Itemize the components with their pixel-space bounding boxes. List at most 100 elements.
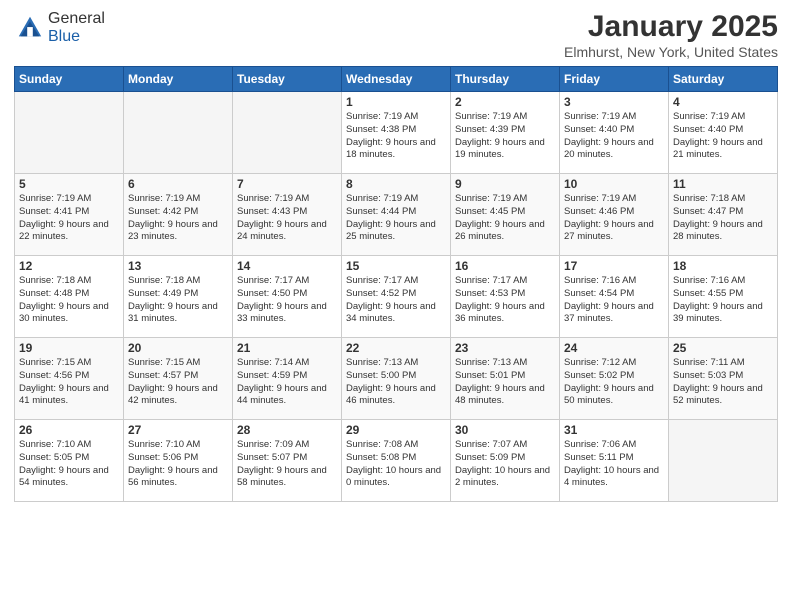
day-info: Sunrise: 7:19 AMSunset: 4:44 PMDaylight:… bbox=[346, 193, 446, 244]
day-info: Sunrise: 7:16 AMSunset: 4:55 PMDaylight:… bbox=[673, 275, 773, 326]
week-row-0: 1Sunrise: 7:19 AMSunset: 4:38 PMDaylight… bbox=[15, 92, 778, 174]
week-row-2: 12 Sunrise: 7:18 AMSunset: 4:48 PMDayligh… bbox=[15, 256, 778, 338]
day-number: 8 bbox=[346, 177, 446, 191]
day-cell: 2Sunrise: 7:19 AMSunset: 4:39 PMDaylight… bbox=[451, 92, 560, 174]
day-cell: 14 Sunrise: 7:17 AMSunset: 4:50 PMDayligh… bbox=[233, 256, 342, 338]
day-cell: 30 Sunrise: 7:07 AMSunset: 5:09 PMDayligh… bbox=[451, 420, 560, 502]
day-info: Sunrise: 7:06 AMSunset: 5:11 PMDaylight:… bbox=[564, 439, 664, 490]
day-cell: 13 Sunrise: 7:18 AMSunset: 4:49 PMDayligh… bbox=[124, 256, 233, 338]
day-info: Sunrise: 7:19 AMSunset: 4:41 PMDaylight:… bbox=[19, 193, 119, 244]
day-number: 14 bbox=[237, 259, 337, 273]
day-info: Sunrise: 7:14 AMSunset: 4:59 PMDaylight:… bbox=[237, 357, 337, 408]
day-info: Sunrise: 7:09 AMSunset: 5:07 PMDaylight:… bbox=[237, 439, 337, 490]
day-number: 24 bbox=[564, 341, 664, 355]
day-cell: 28 Sunrise: 7:09 AMSunset: 5:07 PMDayligh… bbox=[233, 420, 342, 502]
location-title: Elmhurst, New York, United States bbox=[564, 44, 778, 60]
day-number: 29 bbox=[346, 423, 446, 437]
day-header-thursday: Thursday bbox=[451, 67, 560, 92]
month-title: January 2025 bbox=[564, 10, 778, 44]
day-number: 11 bbox=[673, 177, 773, 191]
day-number: 7 bbox=[237, 177, 337, 191]
day-cell bbox=[233, 92, 342, 174]
day-cell bbox=[15, 92, 124, 174]
day-info: Sunrise: 7:18 AMSunset: 4:47 PMDaylight:… bbox=[673, 193, 773, 244]
day-info: Sunrise: 7:16 AMSunset: 4:54 PMDaylight:… bbox=[564, 275, 664, 326]
day-info: Sunrise: 7:15 AMSunset: 4:57 PMDaylight:… bbox=[128, 357, 228, 408]
day-cell bbox=[669, 420, 778, 502]
day-number: 18 bbox=[673, 259, 773, 273]
day-cell: 4Sunrise: 7:19 AMSunset: 4:40 PMDaylight… bbox=[669, 92, 778, 174]
day-cell: 10 Sunrise: 7:19 AMSunset: 4:46 PMDayligh… bbox=[560, 174, 669, 256]
page: General Blue January 2025 Elmhurst, New … bbox=[0, 0, 792, 612]
day-cell: 23 Sunrise: 7:13 AMSunset: 5:01 PMDayligh… bbox=[451, 338, 560, 420]
day-info: Sunrise: 7:19 AMSunset: 4:40 PMDaylight:… bbox=[564, 111, 664, 162]
day-number: 19 bbox=[19, 341, 119, 355]
day-cell: 17 Sunrise: 7:16 AMSunset: 4:54 PMDayligh… bbox=[560, 256, 669, 338]
day-info: Sunrise: 7:12 AMSunset: 5:02 PMDaylight:… bbox=[564, 357, 664, 408]
day-number: 6 bbox=[128, 177, 228, 191]
day-info: Sunrise: 7:19 AMSunset: 4:45 PMDaylight:… bbox=[455, 193, 555, 244]
logo-area: General Blue bbox=[14, 10, 105, 46]
day-number: 30 bbox=[455, 423, 555, 437]
day-header-tuesday: Tuesday bbox=[233, 67, 342, 92]
day-info: Sunrise: 7:19 AMSunset: 4:46 PMDaylight:… bbox=[564, 193, 664, 244]
day-info: Sunrise: 7:19 AMSunset: 4:42 PMDaylight:… bbox=[128, 193, 228, 244]
day-cell: 12 Sunrise: 7:18 AMSunset: 4:48 PMDayligh… bbox=[15, 256, 124, 338]
day-number: 26 bbox=[19, 423, 119, 437]
day-header-monday: Monday bbox=[124, 67, 233, 92]
day-cell: 27Sunrise: 7:10 AMSunset: 5:06 PMDayligh… bbox=[124, 420, 233, 502]
day-cell: 26 Sunrise: 7:10 AMSunset: 5:05 PMDayligh… bbox=[15, 420, 124, 502]
day-cell: 24 Sunrise: 7:12 AMSunset: 5:02 PMDayligh… bbox=[560, 338, 669, 420]
day-number: 28 bbox=[237, 423, 337, 437]
day-header-sunday: Sunday bbox=[15, 67, 124, 92]
day-number: 16 bbox=[455, 259, 555, 273]
week-row-3: 19 Sunrise: 7:15 AMSunset: 4:56 PMDayligh… bbox=[15, 338, 778, 420]
day-cell: 20Sunrise: 7:15 AMSunset: 4:57 PMDayligh… bbox=[124, 338, 233, 420]
day-cell: 22 Sunrise: 7:13 AMSunset: 5:00 PMDayligh… bbox=[342, 338, 451, 420]
day-cell: 1Sunrise: 7:19 AMSunset: 4:38 PMDaylight… bbox=[342, 92, 451, 174]
day-cell: 15Sunrise: 7:17 AMSunset: 4:52 PMDayligh… bbox=[342, 256, 451, 338]
week-row-1: 5Sunrise: 7:19 AMSunset: 4:41 PMDaylight… bbox=[15, 174, 778, 256]
header: General Blue January 2025 Elmhurst, New … bbox=[14, 10, 778, 60]
day-number: 31 bbox=[564, 423, 664, 437]
day-info: Sunrise: 7:18 AMSunset: 4:48 PMDaylight:… bbox=[19, 275, 119, 326]
day-cell: 6 Sunrise: 7:19 AMSunset: 4:42 PMDaylight… bbox=[124, 174, 233, 256]
title-area: January 2025 Elmhurst, New York, United … bbox=[564, 10, 778, 60]
logo-text: General Blue bbox=[48, 10, 105, 46]
logo-blue: Blue bbox=[48, 28, 80, 45]
day-info: Sunrise: 7:15 AMSunset: 4:56 PMDaylight:… bbox=[19, 357, 119, 408]
day-number: 21 bbox=[237, 341, 337, 355]
day-info: Sunrise: 7:11 AMSunset: 5:03 PMDaylight:… bbox=[673, 357, 773, 408]
day-cell: 8 Sunrise: 7:19 AMSunset: 4:44 PMDaylight… bbox=[342, 174, 451, 256]
day-number: 13 bbox=[128, 259, 228, 273]
day-number: 23 bbox=[455, 341, 555, 355]
day-info: Sunrise: 7:07 AMSunset: 5:09 PMDaylight:… bbox=[455, 439, 555, 490]
day-cell: 19 Sunrise: 7:15 AMSunset: 4:56 PMDayligh… bbox=[15, 338, 124, 420]
day-cell: 29 Sunrise: 7:08 AMSunset: 5:08 PMDayligh… bbox=[342, 420, 451, 502]
calendar-table: SundayMondayTuesdayWednesdayThursdayFrid… bbox=[14, 66, 778, 502]
week-row-4: 26 Sunrise: 7:10 AMSunset: 5:05 PMDayligh… bbox=[15, 420, 778, 502]
day-number: 12 bbox=[19, 259, 119, 273]
day-info: Sunrise: 7:19 AMSunset: 4:40 PMDaylight:… bbox=[673, 111, 773, 162]
day-number: 22 bbox=[346, 341, 446, 355]
day-cell: 11 Sunrise: 7:18 AMSunset: 4:47 PMDayligh… bbox=[669, 174, 778, 256]
day-info: Sunrise: 7:13 AMSunset: 5:01 PMDaylight:… bbox=[455, 357, 555, 408]
day-info: Sunrise: 7:10 AMSunset: 5:05 PMDaylight:… bbox=[19, 439, 119, 490]
day-cell: 18 Sunrise: 7:16 AMSunset: 4:55 PMDayligh… bbox=[669, 256, 778, 338]
day-cell: 31 Sunrise: 7:06 AMSunset: 5:11 PMDayligh… bbox=[560, 420, 669, 502]
day-info: Sunrise: 7:17 AMSunset: 4:50 PMDaylight:… bbox=[237, 275, 337, 326]
day-cell bbox=[124, 92, 233, 174]
day-cell: 16 Sunrise: 7:17 AMSunset: 4:53 PMDayligh… bbox=[451, 256, 560, 338]
day-info: Sunrise: 7:08 AMSunset: 5:08 PMDaylight:… bbox=[346, 439, 446, 490]
day-info: Sunrise: 7:18 AMSunset: 4:49 PMDaylight:… bbox=[128, 275, 228, 326]
day-info: Sunrise: 7:17 AMSunset: 4:53 PMDaylight:… bbox=[455, 275, 555, 326]
day-number: 15 bbox=[346, 259, 446, 273]
day-info: Sunrise: 7:10 AMSunset: 5:06 PMDaylight:… bbox=[128, 439, 228, 490]
day-number: 10 bbox=[564, 177, 664, 191]
day-cell: 25Sunrise: 7:11 AMSunset: 5:03 PMDayligh… bbox=[669, 338, 778, 420]
day-number: 17 bbox=[564, 259, 664, 273]
day-cell: 5Sunrise: 7:19 AMSunset: 4:41 PMDaylight… bbox=[15, 174, 124, 256]
day-info: Sunrise: 7:19 AMSunset: 4:43 PMDaylight:… bbox=[237, 193, 337, 244]
day-info: Sunrise: 7:13 AMSunset: 5:00 PMDaylight:… bbox=[346, 357, 446, 408]
logo-general: General bbox=[48, 10, 105, 27]
